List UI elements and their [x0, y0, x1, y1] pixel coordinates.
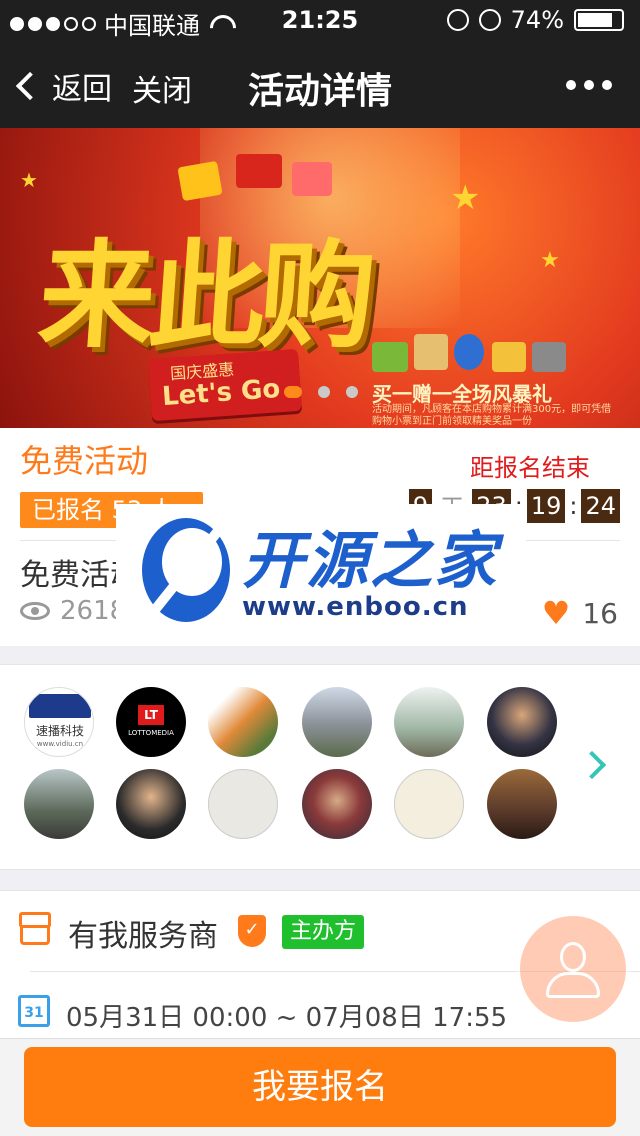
banner-promo-small: 活动期间，凡顾客在本店购物累计满300元，即可凭借购物小票到正门前领取精美奖品一… [372, 404, 612, 427]
avatar[interactable] [487, 769, 557, 839]
alarm-icon [478, 9, 501, 31]
like-count: 16 [582, 596, 618, 630]
close-button[interactable]: 关闭 [132, 66, 192, 110]
avatar-sublabel: LOTTOMEDIA [128, 729, 174, 737]
carousel-dot[interactable] [284, 386, 302, 398]
gift-icon [492, 342, 526, 372]
avatar[interactable]: 速播科技 www.vidiu.cn [24, 687, 94, 757]
host-badge: 主办方 [282, 915, 365, 949]
battery-percent: 74% [510, 6, 564, 34]
gift-icon [372, 342, 408, 372]
avatar-label: 速播科技 [35, 724, 84, 738]
user-icon [560, 942, 586, 972]
calendar-icon: 31 [18, 995, 50, 1027]
avatar[interactable] [394, 769, 464, 839]
banner-promo: 买一赠一全场风暴礼 [372, 382, 552, 406]
chevron-right-icon[interactable] [577, 750, 607, 780]
avatar-label: LT [138, 705, 164, 725]
heart-icon: ♥ [541, 594, 571, 632]
event-date-range: 05月31日 00:00 ~ 07月08日 17:55 [66, 1003, 508, 1033]
watermark-title: 开源之家 [242, 524, 499, 597]
countdown-minutes: 19 [526, 488, 566, 523]
avatar[interactable] [24, 769, 94, 839]
countdown-seconds: 24 [581, 488, 620, 523]
view-count: 2618 [20, 596, 126, 626]
battery-icon [574, 9, 624, 31]
avatar[interactable] [208, 687, 278, 757]
logo-icon [29, 694, 91, 718]
participant-list: 速播科技 www.vidiu.cn LT LOTTOMEDIA [0, 664, 640, 870]
back-button[interactable]: 返回 [15, 64, 112, 108]
eye-icon [20, 602, 50, 620]
gift-icon [177, 160, 223, 202]
colon: : [569, 491, 578, 520]
star-icon: ★ [450, 178, 481, 218]
avatar[interactable] [394, 687, 464, 757]
star-icon: ★ [20, 168, 38, 192]
watermark-logo-icon [142, 512, 234, 622]
event-type: 免费活动 [20, 442, 149, 480]
contact-button[interactable] [520, 916, 626, 1022]
nav-bar: 返回 关闭 活动详情 [0, 40, 640, 128]
avatar-sublabel: www.vidiu.cn [36, 740, 84, 748]
bottom-action-bar: 我要报名 [0, 1038, 640, 1136]
avatar[interactable] [116, 769, 186, 839]
camera-icon [532, 342, 566, 372]
avatar[interactable]: LT LOTTOMEDIA [116, 687, 186, 757]
user-icon-body [546, 972, 600, 998]
countdown-label: 距报名结束 [470, 454, 590, 482]
watermark: 开源之家 www.enboo.cn [116, 504, 526, 628]
back-label: 返回 [52, 72, 112, 107]
shopping-bag-icon [236, 154, 282, 188]
like-button[interactable]: ♥ 16 [542, 594, 618, 632]
avatar[interactable] [302, 769, 372, 839]
avatar[interactable] [302, 687, 372, 757]
avatar[interactable] [487, 687, 557, 757]
carousel-dot[interactable] [346, 386, 358, 398]
status-bar: 中国联通 21:25 74% [0, 0, 640, 40]
shopping-bag-icon [414, 334, 448, 370]
organizer-name[interactable]: 有我服务商 [68, 911, 218, 955]
watermark-url: www.enboo.cn [242, 592, 469, 622]
gift-icon [292, 162, 332, 196]
star-icon: ★ [540, 248, 560, 273]
banner-headline: 来此购 [34, 228, 375, 364]
chevron-left-icon [15, 71, 45, 101]
banner-carousel[interactable]: ★ ★ ★ 来此购 国庆盛惠 Let's Go 买一赠一全场风暴礼 活动期间，凡… [0, 128, 640, 428]
verified-shield-icon: ✓ [238, 915, 266, 947]
carousel-dot[interactable] [318, 386, 330, 398]
signup-button[interactable]: 我要报名 [24, 1047, 616, 1127]
shop-icon [19, 912, 51, 945]
avatar[interactable] [208, 769, 278, 839]
rotation-lock-icon [446, 9, 469, 31]
figure-icon [454, 334, 484, 370]
carousel-indicator [284, 386, 358, 398]
more-menu-icon[interactable] [566, 80, 612, 90]
